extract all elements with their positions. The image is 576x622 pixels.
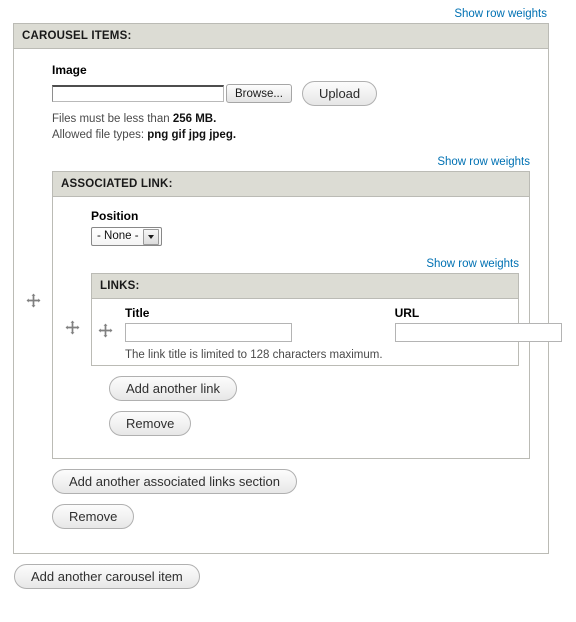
link-title-input[interactable] xyxy=(125,322,292,342)
remove-link-button[interactable]: Remove xyxy=(109,410,192,436)
position-select-wrapper: - None - xyxy=(91,226,162,246)
image-types-value: png gif jpg jpeg. xyxy=(147,129,237,142)
carousel-button-stack: Add another carousel item xyxy=(0,554,576,589)
link-title-description: The link title is limited to 128 charact… xyxy=(125,348,383,361)
image-description: Files must be less than 256 MB. Allowed … xyxy=(52,111,530,144)
links-col-title: Title xyxy=(125,305,150,320)
links-legend: LINKS: xyxy=(92,273,518,299)
browse-button[interactable]: Browse... xyxy=(226,84,292,103)
carousel-drag-cell xyxy=(14,49,52,553)
image-size-description-text: Files must be less than xyxy=(52,113,173,125)
link-url-input[interactable] xyxy=(394,322,562,342)
link-title-cell: The link title is limited to 128 charact… xyxy=(119,322,389,365)
position-label: Position xyxy=(91,208,139,223)
show-row-weights-link-links[interactable]: Show row weights xyxy=(426,258,519,270)
links-fieldset: LINKS: Title URL The link title is limit… xyxy=(91,272,562,366)
associated-link-fieldset: ASSOCIATED LINK: Position - None - Show … xyxy=(52,170,562,459)
upload-button[interactable]: Upload xyxy=(301,81,378,106)
table-row: The link title is limited to 128 charact… xyxy=(92,322,568,365)
associated-link-button-stack: Add another associated links section Rem… xyxy=(52,459,530,529)
image-size-value: 256 MB. xyxy=(172,113,217,125)
links-table: Title URL The link title is limited to 1… xyxy=(92,299,568,365)
carousel-items-body: Image Browse... Upload Files must be les… xyxy=(14,49,562,553)
associated-link-drag-cell xyxy=(53,197,91,458)
associated-link-row: Position - None - Show row weights LINKS… xyxy=(53,197,562,458)
link-drag-cell xyxy=(92,323,119,365)
links-col-drag xyxy=(92,299,119,323)
show-row-weights-link-top[interactable]: Show row weights xyxy=(454,8,547,20)
links-table-body: The link title is limited to 128 charact… xyxy=(92,322,568,365)
add-another-carousel-item-button[interactable]: Add another carousel item xyxy=(14,563,200,589)
links-col-url: URL xyxy=(394,305,420,320)
image-types-description-text: Allowed file types: xyxy=(52,129,148,142)
add-another-associated-links-section-button[interactable]: Add another associated links section xyxy=(52,468,298,494)
image-upload-row: Browse... Upload xyxy=(52,81,530,106)
move-cross-icon[interactable] xyxy=(98,323,113,338)
image-label: Image xyxy=(52,63,87,77)
image-size-description: Files must be less than 256 MB. xyxy=(52,111,530,127)
remove-associated-link-button[interactable]: Remove xyxy=(52,503,135,529)
image-form-item: Image Browse... Upload Files must be les… xyxy=(52,63,530,144)
carousel-item-content: Image Browse... Upload Files must be les… xyxy=(52,49,562,553)
top-row-weights-bar: Show row weights xyxy=(0,0,576,23)
carousel-items-fieldset: CAROUSEL ITEMS: Image Browse... Upload F… xyxy=(13,23,562,554)
associated-link-legend: ASSOCIATED LINK: xyxy=(53,171,529,197)
move-cross-icon[interactable] xyxy=(65,320,80,335)
move-cross-icon[interactable] xyxy=(26,293,41,308)
position-form-item: Position - None - xyxy=(91,209,519,246)
add-another-link-button[interactable]: Add another link xyxy=(109,375,237,401)
assoc-row-weights-bar: Show row weights xyxy=(52,154,530,171)
image-types-description: Allowed file types: png gif jpg jpeg. xyxy=(52,127,530,143)
form-page: Show row weights CAROUSEL ITEMS: Image B… xyxy=(0,0,576,589)
associated-link-content: Position - None - Show row weights LINKS… xyxy=(91,197,562,458)
image-file-input[interactable] xyxy=(52,85,224,102)
links-row-weights-bar: Show row weights xyxy=(91,256,519,273)
links-table-header-row: Title URL xyxy=(92,299,568,323)
carousel-item-row: Image Browse... Upload Files must be les… xyxy=(14,49,562,553)
link-url-cell xyxy=(389,322,568,365)
carousel-items-legend: CAROUSEL ITEMS: xyxy=(14,24,548,49)
show-row-weights-link-associated[interactable]: Show row weights xyxy=(437,156,530,168)
position-select[interactable]: - None - xyxy=(91,226,162,246)
links-table-head: Title URL xyxy=(92,299,568,323)
links-button-stack: Add another link Remove xyxy=(91,366,519,436)
